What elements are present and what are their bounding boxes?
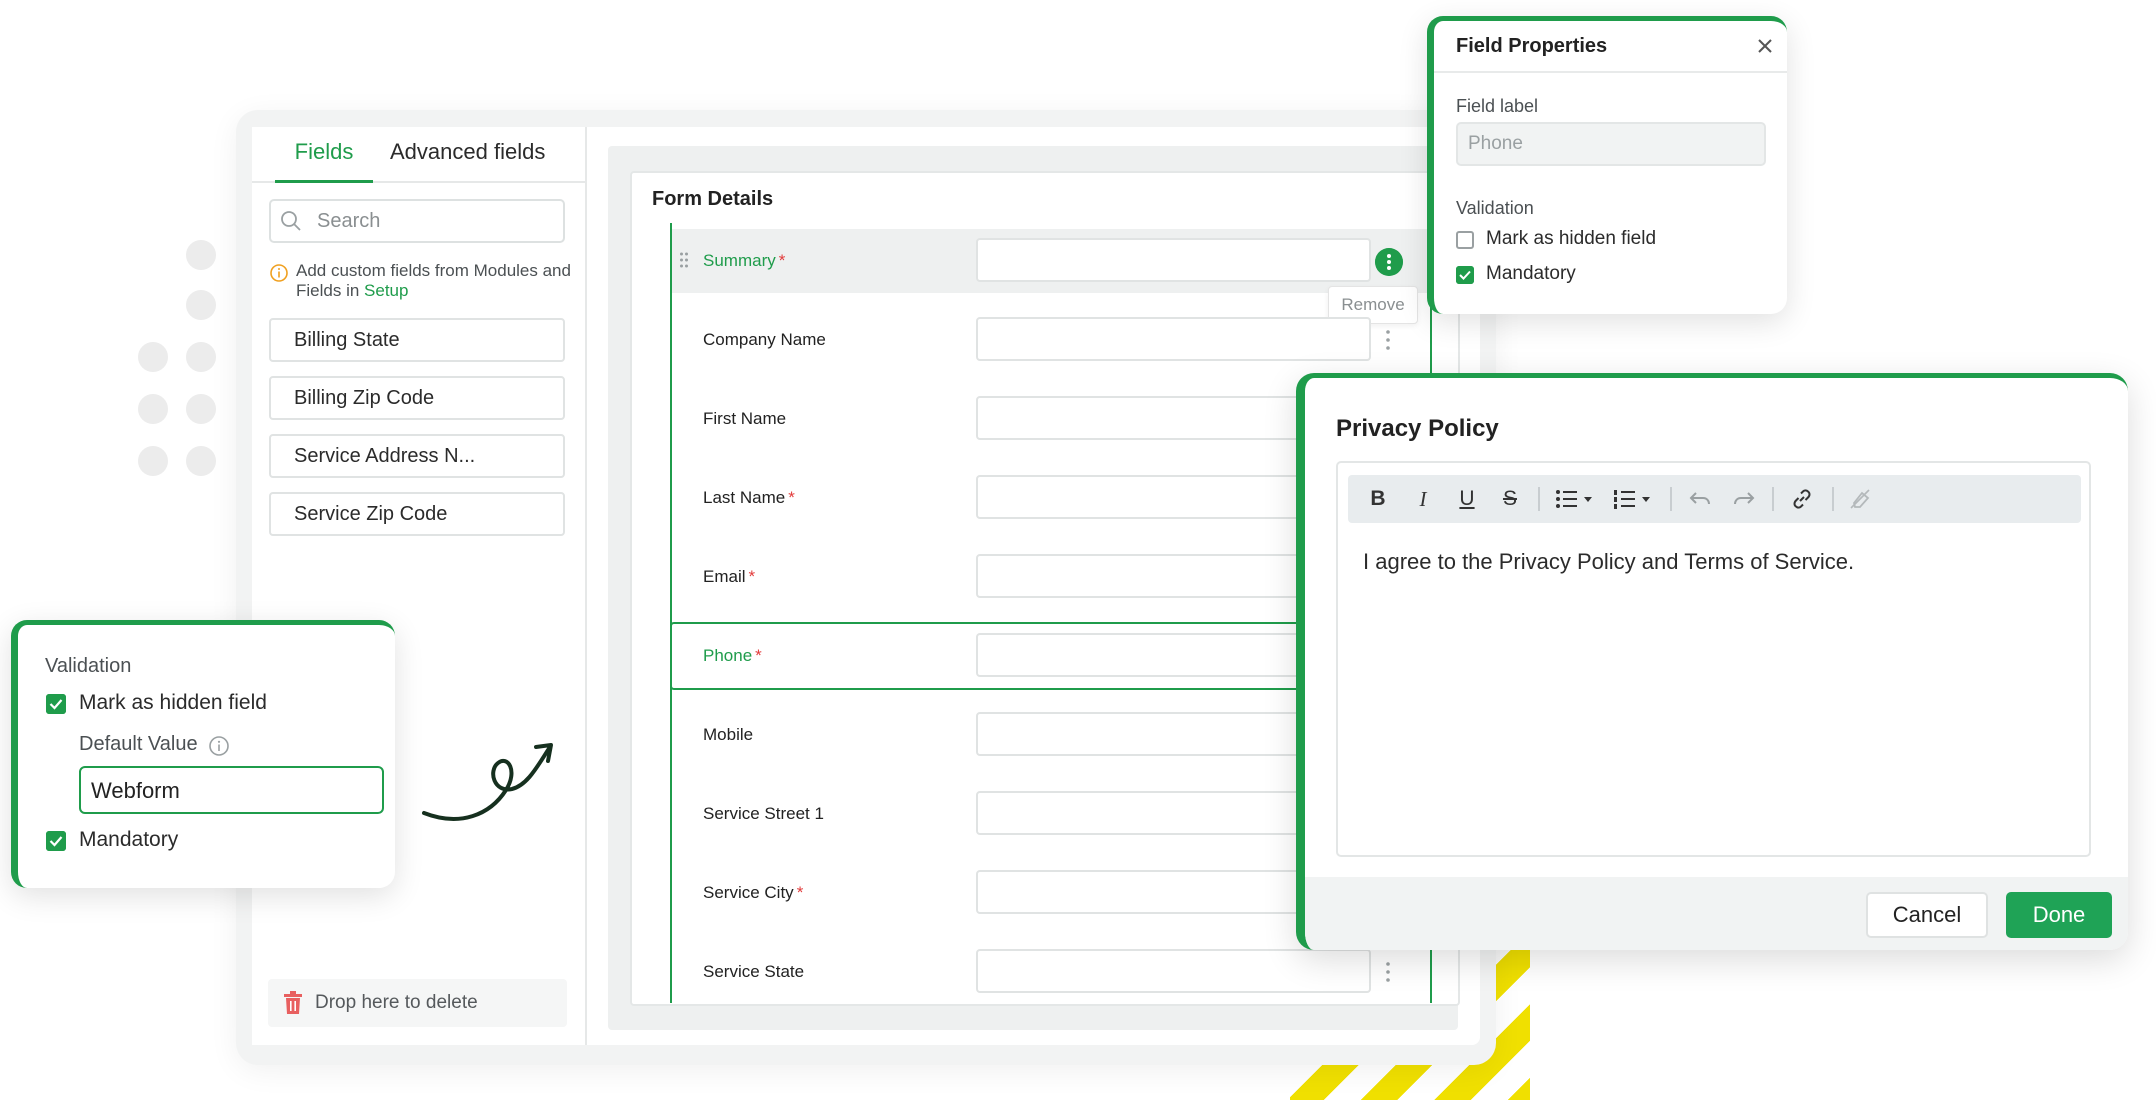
note-text: Add custom fields from Modules and Field… bbox=[296, 261, 571, 300]
redo-icon[interactable] bbox=[1732, 487, 1756, 511]
required-mark: * bbox=[778, 251, 786, 270]
privacy-policy-dialog: Privacy Policy B I U S I agree to the Pr… bbox=[1296, 373, 2128, 950]
field-tabs: Fields Advanced fields bbox=[252, 127, 587, 183]
field-label: Service State bbox=[703, 962, 805, 981]
underline-button[interactable]: U bbox=[1455, 487, 1479, 511]
tab-advanced-fields[interactable]: Advanced fields bbox=[390, 137, 545, 183]
field-chip-service-zip[interactable]: Service Zip Code bbox=[269, 492, 565, 536]
checkbox-unchecked[interactable] bbox=[1456, 231, 1474, 249]
info-icon bbox=[270, 264, 288, 282]
field-label: Service Street 1 bbox=[703, 804, 824, 823]
editor-content[interactable]: I agree to the Privacy Policy and Terms … bbox=[1363, 549, 1854, 575]
toolbar-separator bbox=[1538, 487, 1540, 511]
decor-dot bbox=[138, 446, 168, 476]
popup-title: Field Properties bbox=[1456, 35, 1608, 57]
strikethrough-button[interactable]: S bbox=[1498, 487, 1522, 511]
validation-caption: Validation bbox=[1456, 198, 1534, 218]
decor-dot bbox=[186, 290, 216, 320]
form-row-summary[interactable]: Summary * bbox=[672, 229, 1430, 293]
decor-dot bbox=[186, 342, 216, 372]
trash-icon bbox=[284, 991, 302, 1014]
checkbox-checked-icon[interactable] bbox=[46, 831, 66, 851]
default-value-input[interactable]: Webform bbox=[79, 766, 384, 814]
undo-icon[interactable] bbox=[1688, 487, 1712, 511]
field-label: Mobile bbox=[703, 725, 754, 744]
field-label-input[interactable]: Phone bbox=[1456, 122, 1766, 166]
search-placeholder: Search bbox=[317, 210, 381, 232]
field-label: Summary * bbox=[703, 251, 786, 270]
delete-drop-zone[interactable]: Drop here to delete bbox=[268, 979, 567, 1027]
dialog-title: Privacy Policy bbox=[1336, 415, 1499, 442]
search-icon bbox=[281, 211, 301, 231]
required-mark: * bbox=[788, 488, 795, 507]
field-chip-service-address[interactable]: Service Address N... bbox=[269, 434, 565, 478]
field-options-icon[interactable] bbox=[1375, 248, 1403, 276]
decor-dot bbox=[186, 240, 216, 270]
curved-arrow-icon bbox=[422, 743, 553, 821]
close-icon[interactable] bbox=[1756, 37, 1774, 55]
decor-dot bbox=[138, 342, 168, 372]
fields-panel: Fields Advanced fields Search Add custom… bbox=[252, 127, 587, 1045]
field-label: Last Name * bbox=[703, 488, 795, 507]
editor-toolbar: B I U S bbox=[1348, 475, 2081, 523]
field-label: First Name bbox=[703, 409, 787, 428]
required-mark: * bbox=[748, 567, 756, 586]
field-chip-billing-state[interactable]: Billing State bbox=[269, 318, 565, 362]
toolbar-separator bbox=[1832, 487, 1834, 511]
decor-dot bbox=[186, 446, 216, 476]
checkbox-checked-icon[interactable] bbox=[46, 694, 66, 714]
rich-text-editor[interactable]: B I U S I agree to the Privacy Policy an… bbox=[1336, 461, 2091, 857]
field-properties-popup: Field Properties Field label Phone Valid… bbox=[1427, 16, 1787, 314]
decor-dot bbox=[138, 394, 168, 424]
field-label-caption: Field label bbox=[1456, 96, 1539, 116]
bold-button[interactable]: B bbox=[1366, 487, 1390, 511]
field-menu-icon[interactable] bbox=[1384, 326, 1392, 354]
done-button[interactable]: Done bbox=[2006, 892, 2112, 938]
required-mark: * bbox=[796, 883, 804, 902]
toolbar-separator bbox=[1772, 487, 1774, 511]
drag-handle-icon[interactable] bbox=[679, 251, 689, 269]
bullet-list-icon[interactable] bbox=[1554, 487, 1598, 511]
field-label: Service City * bbox=[703, 883, 804, 902]
link-icon[interactable] bbox=[1790, 487, 1814, 511]
popup-header: Field Properties bbox=[1434, 21, 1787, 73]
italic-button[interactable]: I bbox=[1411, 487, 1435, 511]
field-chip-billing-zip[interactable]: Billing Zip Code bbox=[269, 376, 565, 420]
tab-fields[interactable]: Fields bbox=[275, 137, 373, 183]
field-menu-icon[interactable] bbox=[1384, 958, 1392, 986]
decor-dot bbox=[186, 394, 216, 424]
cancel-button[interactable]: Cancel bbox=[1866, 892, 1988, 938]
validation-title: Validation bbox=[45, 655, 132, 677]
field-label: Company Name bbox=[703, 330, 826, 349]
form-row-phone[interactable]: Phone * bbox=[670, 622, 1371, 690]
setup-link[interactable]: Setup bbox=[364, 281, 408, 300]
form-row-company-name[interactable]: Company Name bbox=[672, 308, 1430, 372]
form-title: Form Details bbox=[652, 188, 774, 210]
numbered-list-icon[interactable] bbox=[1612, 487, 1656, 511]
info-icon[interactable] bbox=[208, 735, 230, 757]
toolbar-separator bbox=[1670, 487, 1672, 511]
company-name-input[interactable] bbox=[976, 317, 1371, 361]
required-mark: * bbox=[755, 646, 762, 665]
search-input[interactable]: Search bbox=[269, 199, 565, 243]
default-value-label: Default Value bbox=[79, 733, 198, 755]
drop-zone-label: Drop here to delete bbox=[315, 992, 478, 1013]
clear-format-icon[interactable] bbox=[1848, 487, 1872, 511]
service-state-input[interactable] bbox=[976, 949, 1371, 993]
field-label: Phone * bbox=[703, 646, 762, 665]
field-label: Email * bbox=[703, 567, 756, 586]
validation-popup: Validation Mark as hidden field Default … bbox=[11, 620, 395, 888]
checkbox-checked-icon[interactable] bbox=[1456, 266, 1474, 284]
dialog-footer: Cancel Done bbox=[1305, 877, 2128, 950]
summary-input[interactable] bbox=[976, 238, 1371, 282]
